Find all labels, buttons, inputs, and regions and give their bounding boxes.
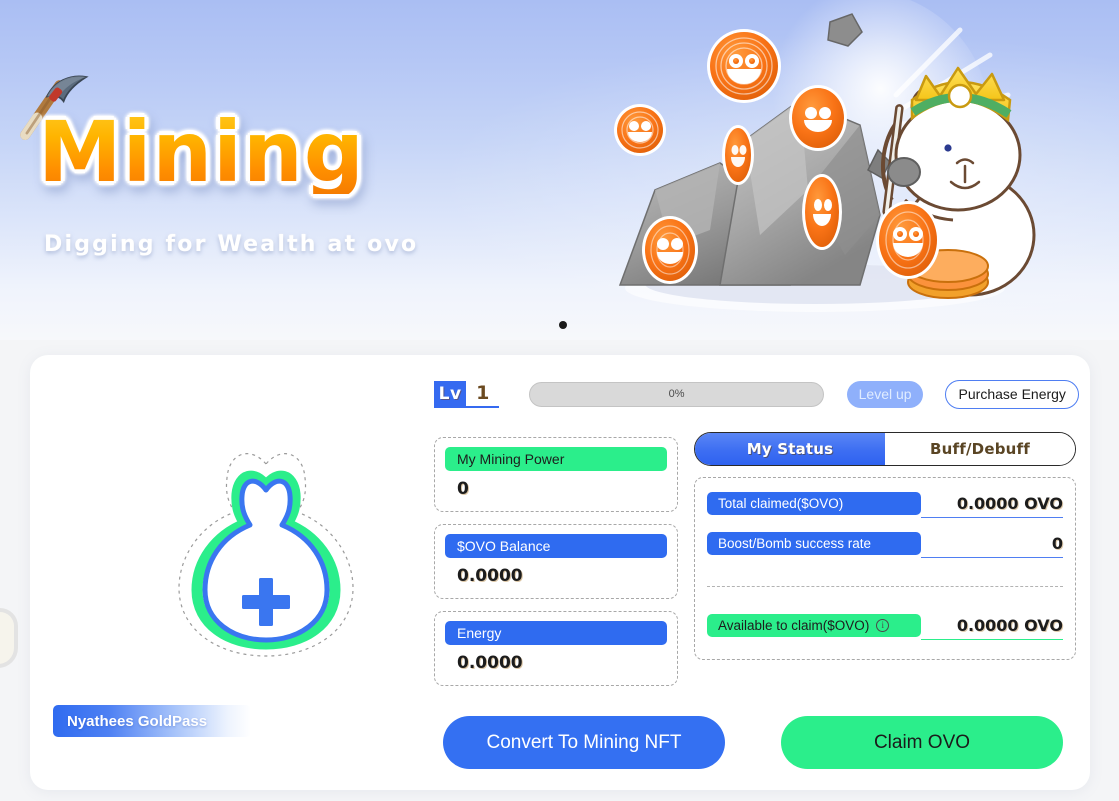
banner-subtitle: Digging for Wealth at ovo [44,232,419,257]
stat-value-energy: 0.0000 [457,653,523,673]
status-label-boost-bomb: Boost/Bomb success rate [707,532,921,555]
level-value-wrap: 1 [466,381,500,408]
level-row: Lv 1 0% Level up Purchase Energy [434,378,1080,410]
level-progress-label: 0% [668,388,685,400]
status-row-total-claimed: Total claimed($OVO) 0.0000 OVO [707,492,1063,518]
stat-card-mining-power: My Mining Power 0 [434,437,678,512]
mining-page: Mining Digging for Wealth at ovo Lv 1 0%… [0,0,1119,801]
status-value-line-available: 0.0000 OVO [921,614,1063,640]
info-icon[interactable]: i [876,619,890,632]
status-underline-boost-bomb [921,557,1063,558]
tab-buff-debuff[interactable]: Buff/Debuff [885,433,1075,465]
status-value-boost-bomb: 0 [1051,534,1063,553]
tab-my-status[interactable]: My Status [695,433,885,465]
stat-card-ovo-balance: $OVO Balance 0.0000 [434,524,678,599]
stats-column: My Mining Power 0 $OVO Balance 0.0000 En… [434,437,678,698]
claim-ovo-button[interactable]: Claim OVO [781,716,1063,769]
status-value-line-boost-bomb: 0 [921,532,1063,558]
mining-illustration [614,0,1036,312]
stat-label-mining-power: My Mining Power [445,447,667,471]
status-value-line-total-claimed: 0.0000 OVO [921,492,1063,518]
status-label-total-claimed: Total claimed($OVO) [707,492,921,515]
status-details-box: Total claimed($OVO) 0.0000 OVO Boost/Bom… [694,477,1076,660]
status-panel: My Status Buff/Debuff Total claimed($OVO… [694,432,1076,660]
level-up-button[interactable]: Level up [846,380,924,408]
status-label-available-to-claim-text: Available to claim($OVO) [718,618,870,633]
status-tabs: My Status Buff/Debuff [694,432,1076,466]
stat-card-energy: Energy 0.0000 [434,611,678,686]
carousel-dot-indicator[interactable] [559,321,567,329]
nft-slot-placeholder[interactable] [155,450,377,660]
status-value-available-to-claim: 0.0000 OVO [956,616,1063,635]
mining-panel-card: Lv 1 0% Level up Purchase Energy Nyathee… [30,355,1090,790]
status-row-boost-bomb: Boost/Bomb success rate 0 [707,532,1063,558]
nft-pass-label: Nyathees GoldPass [53,705,251,737]
status-underline-total-claimed [921,517,1063,518]
level-badge: Lv [434,380,467,408]
purchase-energy-button[interactable]: Purchase Energy [945,379,1080,409]
stat-value-mining-power: 0 [457,479,469,499]
status-label-available-to-claim: Available to claim($OVO) i [707,614,921,637]
convert-to-mining-nft-button[interactable]: Convert To Mining NFT [443,716,725,769]
stat-value-ovo-balance: 0.0000 [457,566,523,586]
stat-label-energy: Energy [445,621,667,645]
level-value: 1 [476,382,490,404]
status-row-available-to-claim: Available to claim($OVO) i 0.0000 OVO [707,614,1063,640]
level-progress-bar: 0% [529,381,824,407]
nft-pass-label-text: Nyathees GoldPass [67,712,208,730]
status-value-total-claimed: 0.0000 OVO [956,494,1063,513]
floating-decoration [0,608,18,668]
stat-label-ovo-balance: $OVO Balance [445,534,667,558]
hero-banner: Mining Digging for Wealth at ovo [0,0,1119,340]
banner-title: Mining [38,103,365,201]
status-divider [707,586,1063,587]
status-underline-available [921,639,1063,640]
